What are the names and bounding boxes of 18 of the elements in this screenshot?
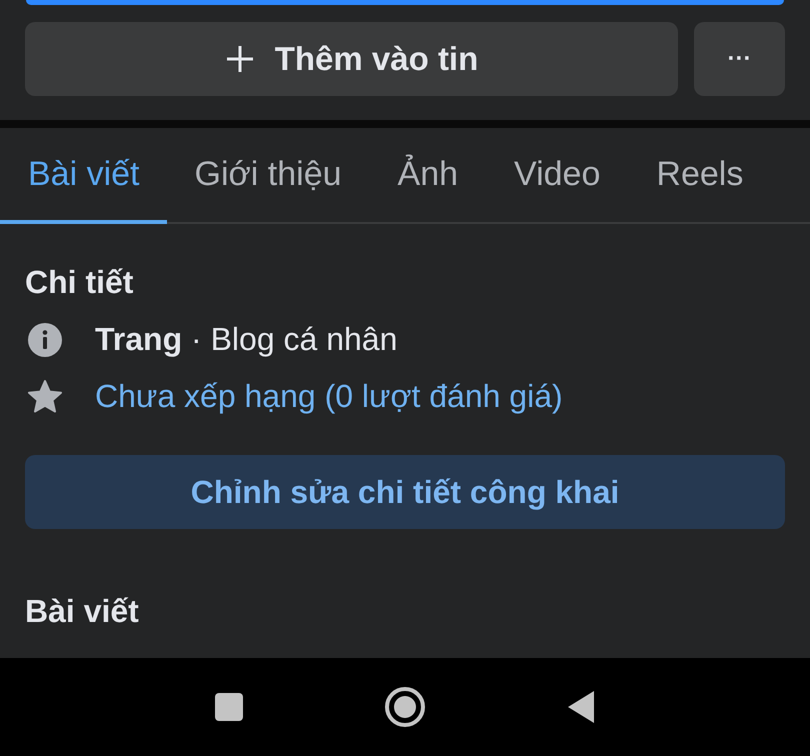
plus-icon [224,44,255,74]
more-button[interactable]: ··· [694,22,785,96]
tab[interactable]: Giới thiệu [166,128,370,224]
tab[interactable]: Reels [628,128,772,224]
star-icon [27,378,63,414]
recent-apps-icon[interactable] [214,692,244,722]
tab[interactable]: Ảnh [370,128,486,224]
add-to-story-button[interactable]: Thêm vào tin [25,22,678,96]
section-heading: Bài viết [25,593,139,630]
rating-link[interactable]: Chưa xếp hạng (0 lượt đánh giá) [95,378,563,415]
category-text: Trang · Blog cá nhân [95,321,398,358]
tab[interactable]: Bài viết [0,128,166,224]
edit-details-button[interactable]: Chỉnh sửa chi tiết công khai [25,455,785,529]
back-icon[interactable] [566,690,596,724]
section-heading: Chi tiết [25,264,134,301]
tab[interactable]: Video [486,128,628,224]
home-icon[interactable] [384,686,426,728]
info-icon [27,322,63,358]
